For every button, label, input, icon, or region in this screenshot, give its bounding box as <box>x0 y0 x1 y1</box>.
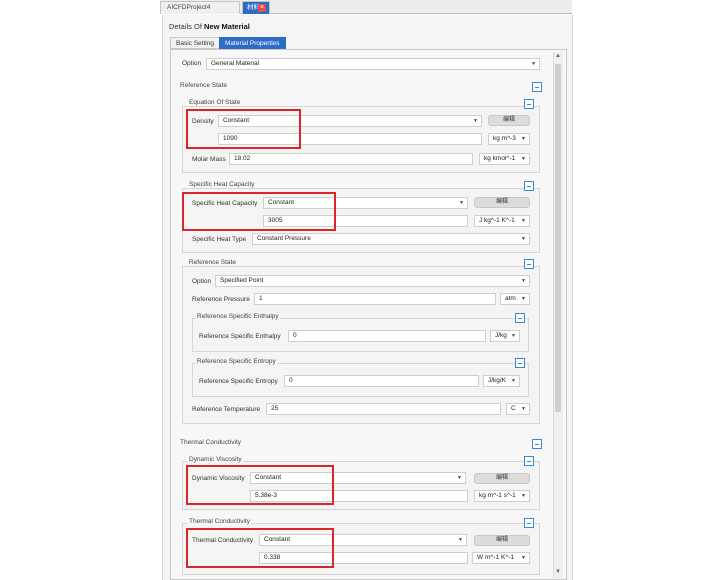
chevron-down-icon: ▼ <box>457 475 462 481</box>
specific-heat-unit-select[interactable]: J kg^-1 K^-1 ▼ <box>474 215 530 227</box>
chevron-down-icon: ▼ <box>521 136 526 142</box>
dynamic-viscosity-heading: Dynamic Viscosity <box>188 456 243 463</box>
collapse-icon[interactable] <box>524 181 534 191</box>
chevron-down-icon: ▼ <box>521 278 526 284</box>
highlight-box <box>182 192 336 231</box>
collapse-icon[interactable] <box>524 518 534 528</box>
ref-option-label: Option <box>192 278 212 285</box>
ref-temperature-label: Reference Temperature <box>192 406 261 413</box>
ref-enthalpy-heading: Reference Specific Enthalpy <box>196 313 280 320</box>
close-icon[interactable]: × <box>258 4 266 12</box>
reference-state-subheading: Reference State <box>188 259 237 266</box>
chevron-down-icon: ▼ <box>511 378 516 384</box>
molar-mass-label: Molar Mass <box>192 156 226 163</box>
chevron-down-icon: ▼ <box>521 493 526 499</box>
ref-enthalpy-label: Reference Specific Enthalpy <box>199 333 281 340</box>
thermal-conductivity-subheading: Thermal Conductivity <box>188 518 252 525</box>
specific-heat-edit-button[interactable]: 编辑 <box>474 197 530 208</box>
ref-pressure-unit-select[interactable]: atm ▼ <box>500 293 530 305</box>
option-select[interactable]: General Material ▼ <box>206 58 540 70</box>
collapse-icon[interactable] <box>524 99 534 109</box>
chevron-down-icon: ▼ <box>521 236 526 242</box>
collapse-icon[interactable] <box>515 358 525 368</box>
option-label: Option <box>182 60 202 67</box>
tab-material-properties[interactable]: Material Properties <box>219 37 286 49</box>
tab-project[interactable]: AICFDProject4 <box>160 1 240 14</box>
ref-enthalpy-unit-select[interactable]: J/kg ▼ <box>490 330 520 342</box>
ref-temperature-input[interactable]: 25 <box>266 403 501 415</box>
ref-entropy-input[interactable]: 0 <box>284 375 479 387</box>
chevron-down-icon: ▼ <box>459 200 464 206</box>
specific-heat-type-label: Specific Heat Type <box>192 236 247 243</box>
ref-option-select[interactable]: Specified Point ▼ <box>215 275 530 287</box>
highlight-box <box>186 528 334 568</box>
chevron-down-icon: ▼ <box>521 296 526 302</box>
specific-heat-heading: Specific Heat Capacity <box>188 181 256 188</box>
collapse-icon[interactable] <box>532 82 542 92</box>
dynamic-viscosity-edit-button[interactable]: 编辑 <box>474 473 530 484</box>
ref-entropy-heading: Reference Specific Entropy <box>196 358 277 365</box>
ref-entropy-label: Reference Specific Entropy <box>199 378 278 385</box>
highlight-box <box>186 465 334 505</box>
chevron-down-icon: ▼ <box>473 118 478 124</box>
collapse-icon[interactable] <box>532 439 542 449</box>
chevron-down-icon: ▼ <box>511 333 516 339</box>
highlight-box <box>186 109 301 149</box>
chevron-down-icon: ▼ <box>521 218 526 224</box>
scroll-down-icon[interactable]: ▼ <box>553 569 563 575</box>
ref-entropy-unit-select[interactable]: J/kg/K ▼ <box>483 375 520 387</box>
density-unit-select[interactable]: kg m^-3 ▼ <box>488 133 530 145</box>
chevron-down-icon: ▼ <box>521 406 526 412</box>
tab-material[interactable]: 材料 × <box>242 1 270 14</box>
thermal-conductivity-unit-select[interactable]: W m^-1 K^-1 ▼ <box>472 552 530 564</box>
panel-title: Details Of New Material <box>169 22 250 31</box>
chevron-down-icon: ▼ <box>521 555 526 561</box>
tab-basic-setting[interactable]: Basic Setting <box>170 37 220 49</box>
specific-heat-type-select[interactable]: Constant Pressure ▼ <box>252 233 530 245</box>
scroll-up-icon[interactable]: ▲ <box>553 53 563 59</box>
ref-pressure-label: Reference Pressure <box>192 296 250 303</box>
ref-pressure-input[interactable]: 1 <box>254 293 496 305</box>
density-edit-button[interactable]: 编辑 <box>488 115 530 126</box>
collapse-icon[interactable] <box>524 456 534 466</box>
molar-mass-input[interactable]: 18.02 <box>229 153 473 165</box>
reference-state-heading: Reference State <box>180 82 227 89</box>
scrollbar-thumb[interactable] <box>555 64 561 412</box>
ref-enthalpy-input[interactable]: 0 <box>288 330 486 342</box>
chevron-down-icon: ▼ <box>458 537 463 543</box>
molar-mass-unit-select[interactable]: kg kmol^-1 ▼ <box>479 153 530 165</box>
collapse-icon[interactable] <box>515 313 525 323</box>
ref-temperature-unit-select[interactable]: C ▼ <box>506 403 530 415</box>
equation-of-state-heading: Equation Of State <box>188 99 242 106</box>
thermal-conductivity-edit-button[interactable]: 编辑 <box>474 535 530 546</box>
chevron-down-icon: ▼ <box>521 156 526 162</box>
dynamic-viscosity-unit-select[interactable]: kg m^-1 s^-1 ▼ <box>474 490 530 502</box>
chevron-down-icon: ▼ <box>531 61 536 67</box>
collapse-icon[interactable] <box>524 259 534 269</box>
thermal-conductivity-heading: Thermal Conductivity <box>180 439 242 446</box>
